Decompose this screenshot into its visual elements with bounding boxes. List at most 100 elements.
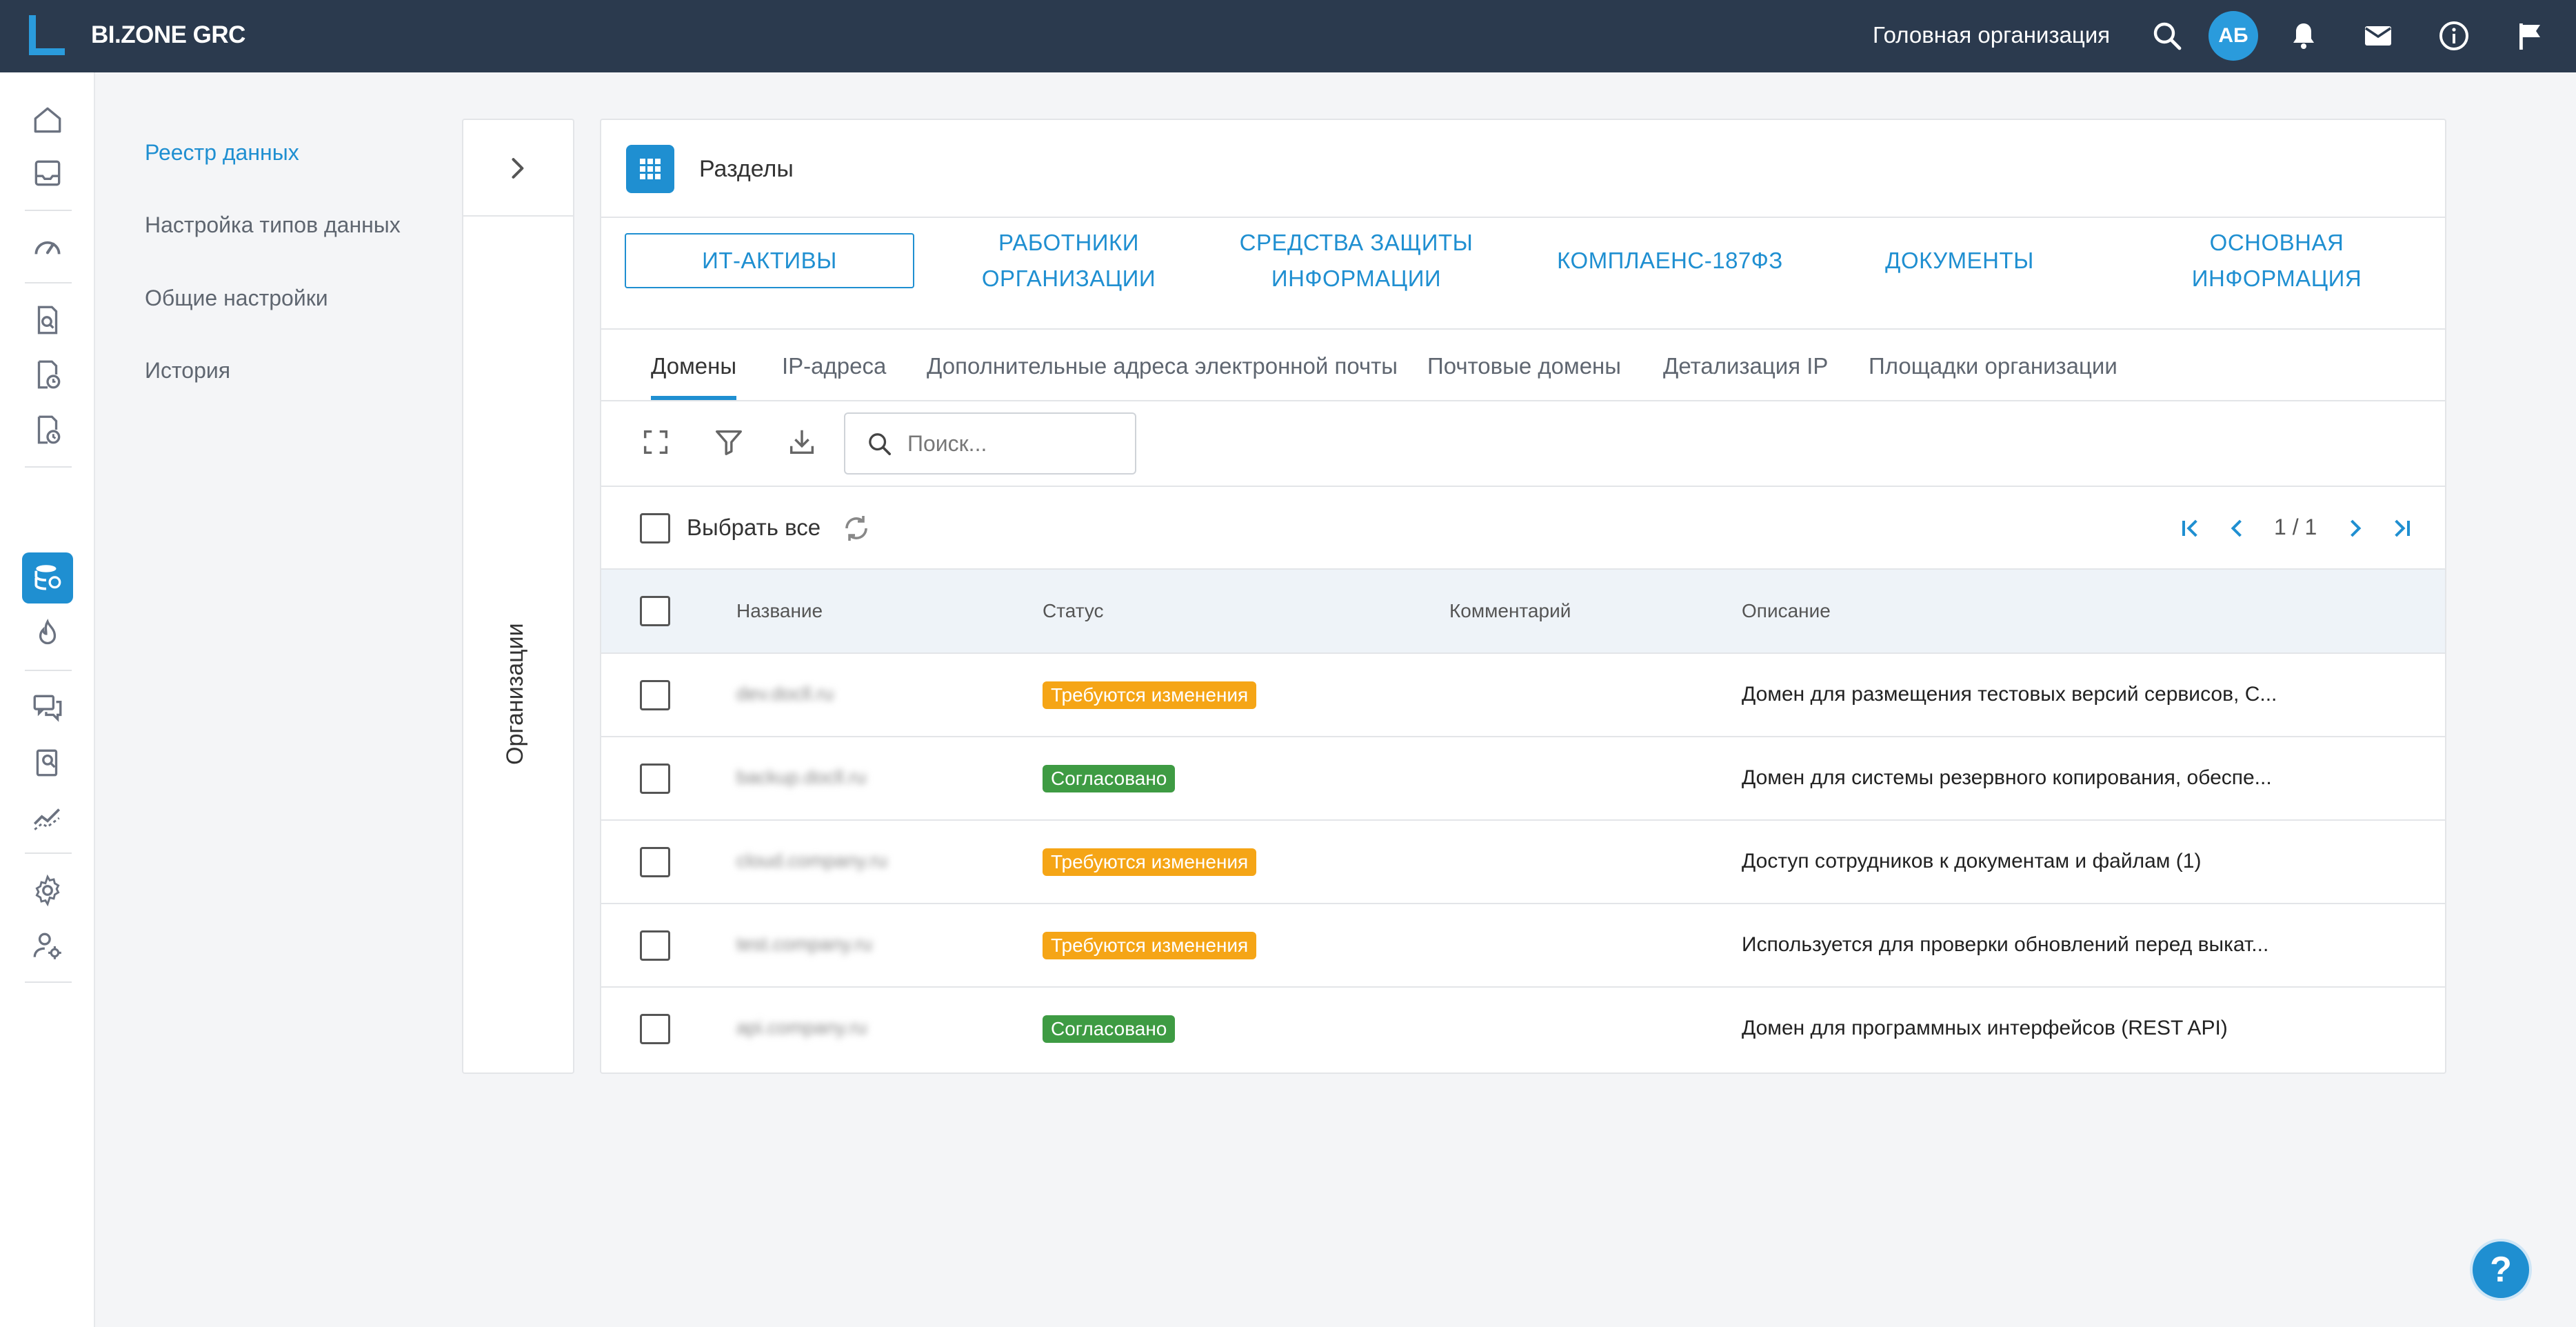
chat-icon[interactable] xyxy=(30,690,65,725)
rail-divider xyxy=(25,210,72,211)
row-description: Домен для системы резервного копирования… xyxy=(1742,766,2272,789)
subtab-org-sites[interactable]: Площадки организации xyxy=(1869,353,2117,379)
row-checkbox[interactable] xyxy=(640,680,670,710)
search-field[interactable] xyxy=(844,412,1136,475)
select-all-checkbox[interactable] xyxy=(640,513,670,543)
refresh-icon[interactable] xyxy=(840,512,873,545)
info-icon[interactable] xyxy=(2437,19,2471,52)
brand-logo-icon[interactable] xyxy=(29,15,65,55)
status-badge: Требуются изменения xyxy=(1043,848,1257,876)
table-row[interactable]: cloud.company.ru Требуются изменения Дос… xyxy=(601,821,2445,904)
nav-history[interactable]: История xyxy=(145,358,230,383)
select-all-label[interactable]: Выбрать все xyxy=(687,515,821,541)
prev-page-icon[interactable] xyxy=(2222,513,2252,543)
table-header: Название Статус Комментарий Описание xyxy=(601,570,2445,654)
document-clock-icon[interactable] xyxy=(30,357,65,392)
first-page-icon[interactable] xyxy=(2176,513,2206,543)
row-checkbox[interactable] xyxy=(640,930,670,961)
subtab-extra-emails[interactable]: Дополнительные адреса электронной почты xyxy=(927,353,1398,379)
chevron-right-icon[interactable] xyxy=(502,153,532,183)
search-input[interactable] xyxy=(907,426,1121,461)
table-row[interactable]: backup.docll.ru Согласовано Домен для си… xyxy=(601,737,2445,821)
organizations-panel: Организации xyxy=(462,119,574,1074)
nav-data-registry[interactable]: Реестр данных xyxy=(145,140,299,166)
selection-bar: Выбрать все 1 / 1 xyxy=(601,487,2445,570)
nav-general-settings[interactable]: Общие настройки xyxy=(145,286,328,311)
organizations-panel-label[interactable]: Организации xyxy=(502,623,529,765)
brand-name[interactable]: BI.ZONE GRC xyxy=(91,21,245,49)
tab-it-assets[interactable]: ИТ-АКТИВЫ xyxy=(625,233,914,288)
active-tab-indicator xyxy=(651,396,736,400)
table-row[interactable]: test.company.ru Требуются изменения Испо… xyxy=(601,904,2445,988)
table-toolbar xyxy=(601,401,2445,487)
row-checkbox[interactable] xyxy=(640,764,670,794)
rail-divider xyxy=(25,981,72,983)
row-name[interactable]: dev.docll.ru xyxy=(736,683,834,705)
subtab-ip-details[interactable]: Детализация IP xyxy=(1663,353,1828,379)
nav-data-types-settings[interactable]: Настройка типов данных xyxy=(145,212,401,238)
sub-tabs: Домены IP-адреса Дополнительные адреса э… xyxy=(601,330,2445,401)
home-icon[interactable] xyxy=(30,103,65,137)
row-description: Используется для проверки обновлений пер… xyxy=(1742,933,2269,956)
tab-documents[interactable]: ДОКУМЕНТЫ xyxy=(1835,233,2084,288)
filter-icon[interactable] xyxy=(713,426,745,458)
row-name[interactable]: cloud.company.ru xyxy=(736,850,887,872)
column-name[interactable]: Название xyxy=(736,600,823,622)
subtab-ip-addresses[interactable]: IP-адреса xyxy=(782,353,886,379)
row-checkbox[interactable] xyxy=(640,847,670,877)
subtab-mail-domains[interactable]: Почтовые домены xyxy=(1427,353,1621,379)
row-name[interactable]: test.company.ru xyxy=(736,933,872,955)
column-description[interactable]: Описание xyxy=(1742,600,1831,622)
table-row[interactable]: dev.docll.ru Требуются изменения Домен д… xyxy=(601,654,2445,737)
last-page-icon[interactable] xyxy=(2386,513,2416,543)
card-header: Разделы xyxy=(601,120,2445,218)
inbox-icon[interactable] xyxy=(30,156,65,190)
page-indicator: 1 / 1 xyxy=(2274,515,2317,539)
row-checkbox[interactable] xyxy=(640,1014,670,1044)
risk-flame-icon[interactable] xyxy=(30,617,65,652)
user-settings-icon[interactable] xyxy=(30,928,65,963)
current-organization[interactable]: Головная организация xyxy=(1873,22,2110,48)
dashboard-gauge-icon[interactable] xyxy=(30,230,65,264)
analytics-icon[interactable] xyxy=(30,799,65,834)
tab-compliance-187fz[interactable]: КОМПЛАЕНС-187ФЗ xyxy=(1525,233,1815,288)
apps-grid-icon[interactable] xyxy=(626,145,674,193)
table-row[interactable]: api.company.ru Согласовано Домен для про… xyxy=(601,988,2445,1071)
row-name[interactable]: api.company.ru xyxy=(736,1017,867,1039)
status-badge: Согласовано xyxy=(1043,1015,1176,1043)
status-badge: Требуются изменения xyxy=(1043,681,1257,709)
rail-divider xyxy=(25,282,72,283)
row-name[interactable]: backup.docll.ru xyxy=(736,766,866,788)
top-bar: BI.ZONE GRC Головная организация АБ xyxy=(0,0,2576,72)
column-comment[interactable]: Комментарий xyxy=(1449,600,1571,622)
status-badge: Требуются изменения xyxy=(1043,932,1257,959)
header-checkbox[interactable] xyxy=(640,596,670,626)
tab-main-info[interactable]: ОСНОВНАЯ ИНФОРМАЦИЯ xyxy=(2153,230,2401,291)
column-status[interactable]: Статус xyxy=(1043,600,1104,622)
database-icon[interactable] xyxy=(30,561,65,595)
help-button[interactable]: ? xyxy=(2470,1239,2532,1301)
flag-icon[interactable] xyxy=(2514,19,2547,52)
download-icon[interactable] xyxy=(786,426,818,458)
left-navigation: Реестр данных Настройка типов данных Общ… xyxy=(95,72,454,1327)
row-description: Домен для программных интерфейсов (REST … xyxy=(1742,1017,2228,1039)
user-avatar[interactable]: АБ xyxy=(2208,11,2258,61)
tab-security-tools[interactable]: СРЕДСТВА ЗАЩИТЫ ИНФОРМАЦИИ xyxy=(1222,230,1491,291)
audit-search-icon[interactable] xyxy=(30,745,65,779)
panel-divider xyxy=(463,215,573,217)
row-description: Домен для размещения тестовых версий сер… xyxy=(1742,683,2277,706)
row-description: Доступ сотрудников к документам и файлам… xyxy=(1742,850,2202,872)
subtab-domains[interactable]: Домены xyxy=(651,353,736,379)
settings-gear-icon[interactable] xyxy=(30,873,65,908)
next-page-icon[interactable] xyxy=(2340,513,2371,543)
fullscreen-icon[interactable] xyxy=(640,426,672,458)
tab-employees[interactable]: РАБОТНИКИ ОРГАНИЗАЦИИ xyxy=(952,230,1186,291)
icon-rail xyxy=(0,72,95,1327)
document-history-icon[interactable] xyxy=(30,412,65,447)
search-icon[interactable] xyxy=(2151,19,2184,52)
mail-icon[interactable] xyxy=(2362,19,2395,52)
rail-divider xyxy=(25,466,72,468)
bell-icon[interactable] xyxy=(2287,19,2320,52)
document-search-icon[interactable] xyxy=(30,303,65,337)
search-icon xyxy=(866,430,894,458)
